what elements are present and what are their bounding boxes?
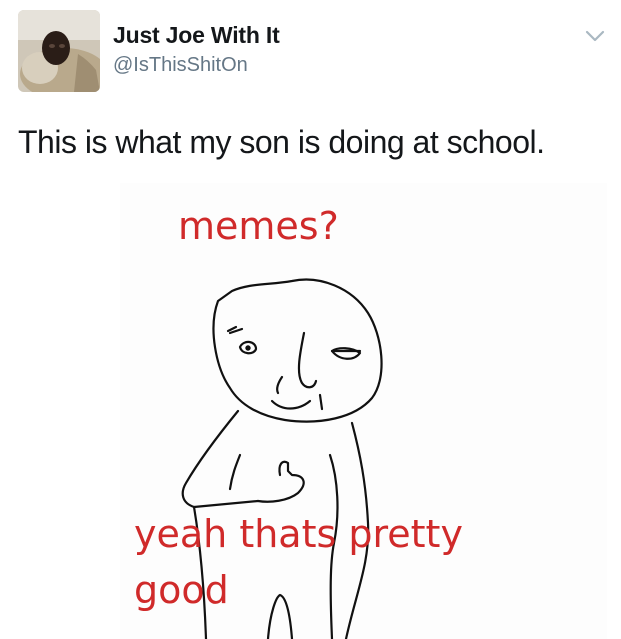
tweet-card: Just Joe With It @IsThisShitOn This is w… bbox=[0, 0, 621, 639]
meme-caption-bottom-2: good bbox=[134, 568, 229, 612]
meme-left-eyebrow bbox=[226, 325, 244, 335]
meme-nose bbox=[297, 331, 318, 389]
meme-body bbox=[181, 409, 260, 509]
meme-right-eye bbox=[330, 347, 362, 360]
meme-mouth bbox=[270, 399, 312, 410]
avatar[interactable] bbox=[18, 10, 100, 92]
display-name[interactable]: Just Joe With It bbox=[113, 22, 280, 49]
avatar-image bbox=[18, 10, 100, 92]
meme-caption-top: memes? bbox=[178, 204, 339, 248]
tweet-text: This is what my son is doing at school. bbox=[18, 124, 545, 160]
meme-thumbs-up bbox=[256, 460, 305, 503]
meme-caption-bottom: yeah thats pretty bbox=[134, 512, 463, 556]
user-handle[interactable]: @IsThisShitOn bbox=[113, 54, 248, 77]
chevron-down-icon[interactable] bbox=[584, 28, 606, 44]
